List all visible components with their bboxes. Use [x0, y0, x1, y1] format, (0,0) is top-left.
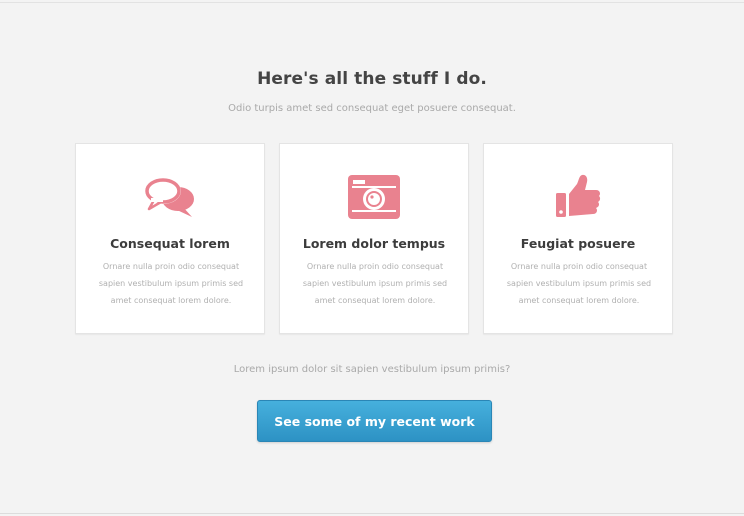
- chat-bubbles-icon: [76, 172, 264, 222]
- feature-description: Ornare nulla proin odio consequat sapien…: [506, 262, 652, 305]
- feature-title: Feugiat posuere: [520, 236, 636, 251]
- feature-card-lorem-dolor: Lorem dolor tempus Ornare nulla proin od…: [279, 143, 469, 334]
- feature-card-feugiat: Feugiat posuere Ornare nulla proin odio …: [483, 143, 673, 334]
- feature-description: Ornare nulla proin odio consequat sapien…: [98, 262, 244, 305]
- recent-work-button[interactable]: See some of my recent work: [257, 400, 492, 442]
- feature-title: Lorem dolor tempus: [302, 236, 446, 251]
- cta-question: Lorem ipsum dolor sit sapien vestibulum …: [233, 364, 511, 375]
- thumbs-up-icon: [484, 172, 672, 222]
- features-section: Here's all the stuff I do. Odio turpis a…: [0, 2, 744, 514]
- feature-title: Consequat lorem: [110, 236, 230, 251]
- section-title: Here's all the stuff I do.: [257, 69, 487, 89]
- feature-description: Ornare nulla proin odio consequat sapien…: [302, 262, 448, 305]
- section-subtitle: Odio turpis amet sed consequat eget posu…: [228, 103, 516, 114]
- feature-card-consequat: Consequat lorem Ornare nulla proin odio …: [75, 143, 265, 334]
- camera-icon: [280, 172, 468, 222]
